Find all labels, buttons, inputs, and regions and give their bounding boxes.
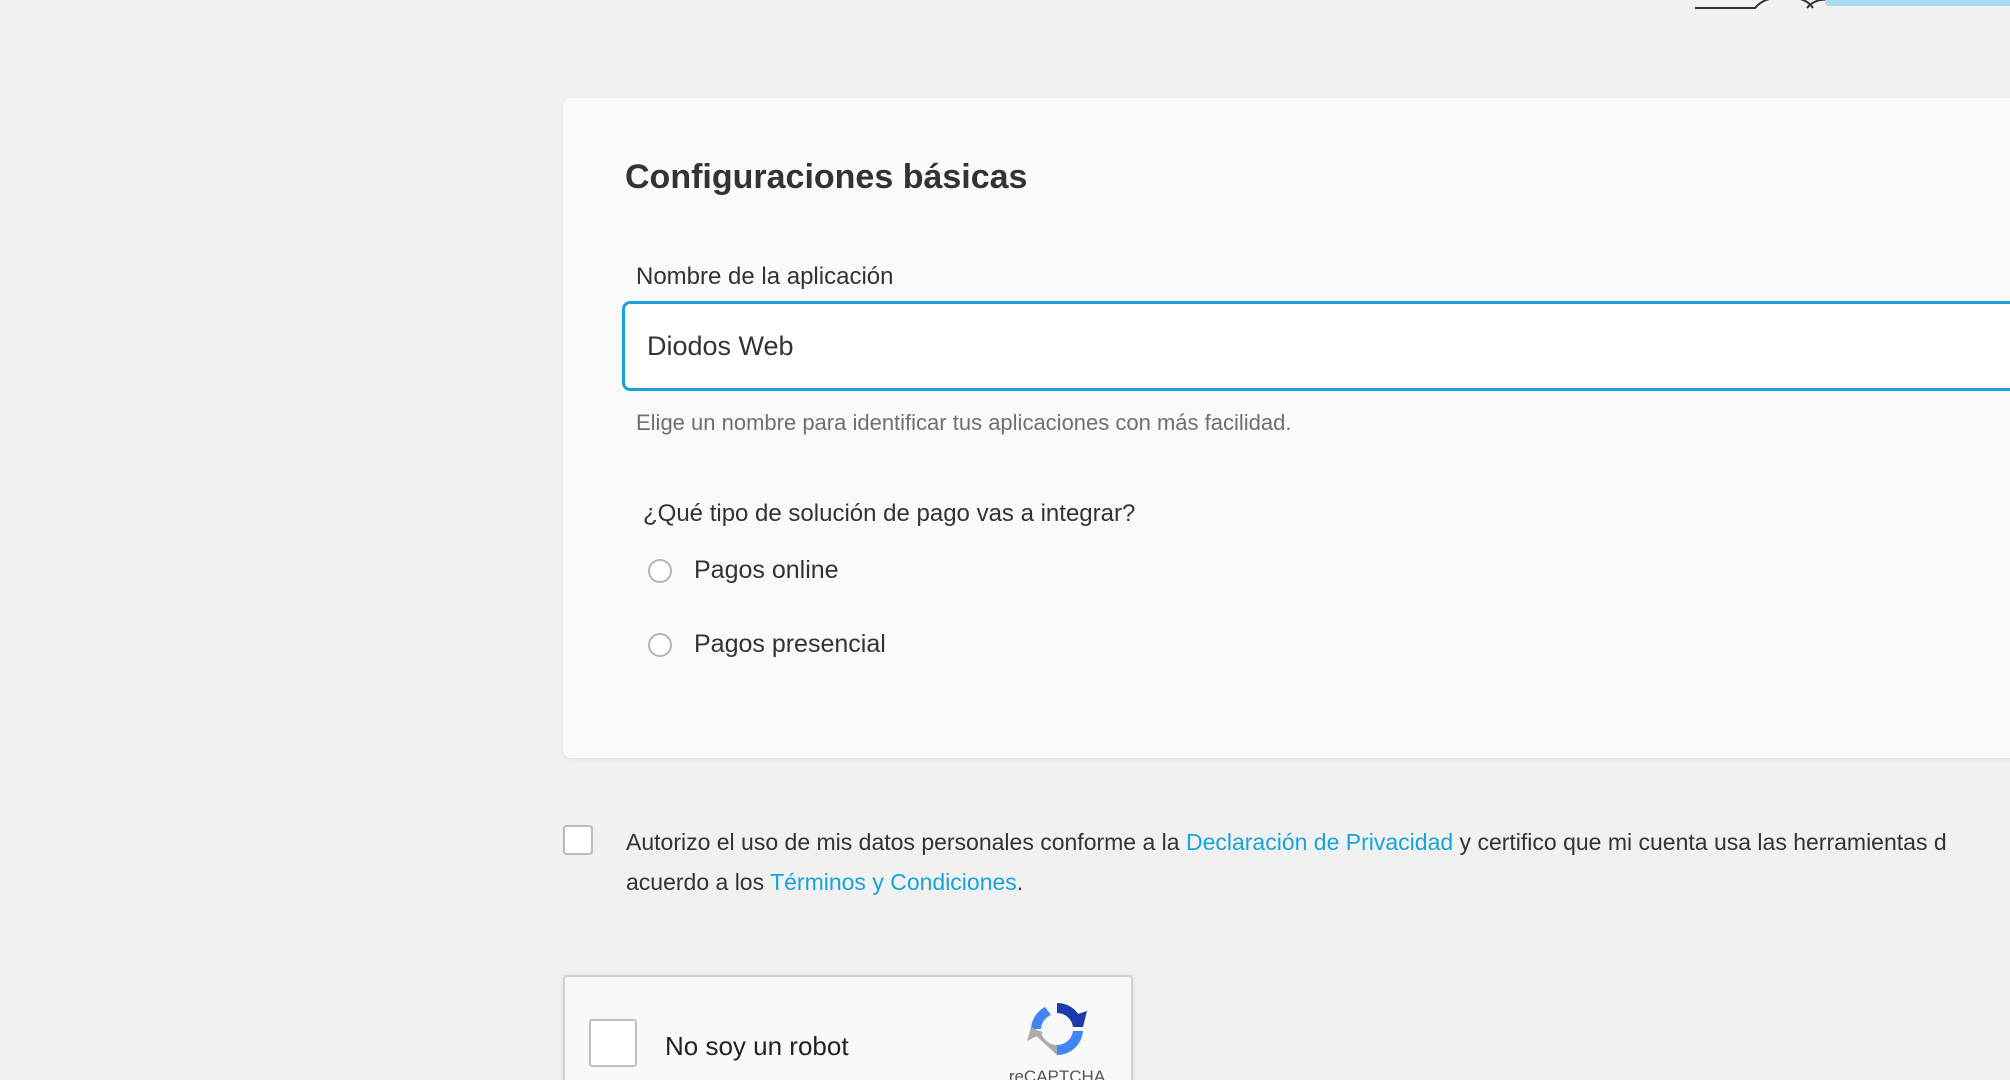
recaptcha-widget: No soy un robot reCAPTCHA [563,975,1133,1080]
app-name-help-text: Elige un nombre para identificar tus apl… [636,410,1292,435]
header-illustration-icon [1695,0,2010,9]
consent-text-part: acuerdo a los [626,869,771,895]
app-name-label: Nombre de la aplicación [636,263,894,290]
radio-label: Pagos online [694,556,839,584]
consent-text-part: . [1016,869,1024,895]
privacy-statement-link[interactable]: Declaración de Privacidad [1186,829,1453,855]
consent-text-part: y certifico que mi cuenta usa las herram… [1453,829,1947,855]
consent-text-part: Autorizo el uso de mis datos personales … [626,829,1186,855]
basic-settings-card: Configuraciones básicas Nombre de la apl… [563,98,2010,758]
payment-type-question: ¿Qué tipo de solución de pago vas a inte… [643,500,1136,527]
page: Configuraciones básicas Nombre de la apl… [0,0,2010,1080]
card-title: Configuraciones básicas [625,158,1028,196]
recaptcha-checkbox[interactable] [589,1019,637,1067]
recaptcha-brand: reCAPTCHA [1008,1067,1106,1080]
radio-online-payments[interactable]: Pagos online [648,556,839,585]
radio-label: Pagos presencial [694,630,886,658]
consent-checkbox[interactable] [563,825,593,855]
consent-text: Autorizo el uso de mis datos personales … [626,822,2010,902]
terms-conditions-link[interactable]: Términos y Condiciones [770,869,1017,895]
recaptcha-label: No soy un robot [665,1031,849,1061]
radio-in-person-payments[interactable]: Pagos presencial [648,630,886,659]
radio-button[interactable] [648,558,672,583]
radio-button[interactable] [648,632,672,657]
app-name-input[interactable] [622,301,2010,391]
recaptcha-logo-icon [1027,1002,1087,1056]
